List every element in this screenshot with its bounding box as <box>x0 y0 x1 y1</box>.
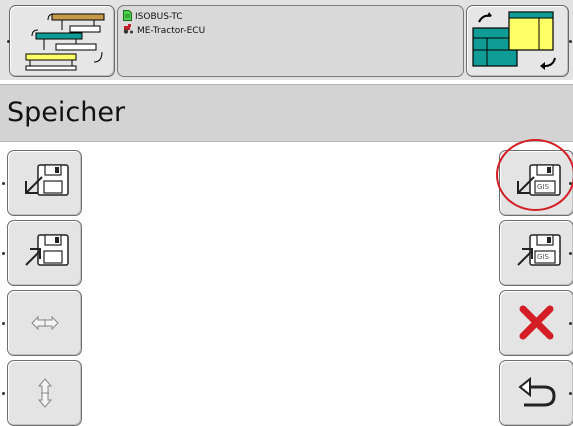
right-tile-indicator-dot <box>569 40 572 43</box>
right-indicator-dot-3 <box>569 322 572 325</box>
device-name: ISOBUS-TC <box>135 12 183 22</box>
ecu-row: ME-Tractor-ECU <box>123 24 205 37</box>
top-bar: ISOBUS-TC ME-Tractor-ECU <box>0 0 573 80</box>
export-gis-button[interactable]: GIS <box>499 220 573 286</box>
left-indicator-dot-4 <box>2 392 5 395</box>
left-indicator-dot-3 <box>2 322 5 325</box>
import-button[interactable] <box>7 150 82 216</box>
right-indicator-dot-1 <box>569 182 572 185</box>
right-indicator-dot-4 <box>569 392 572 395</box>
tractor-icon <box>123 24 134 37</box>
page-title: Speicher <box>7 97 126 128</box>
import-gis-button[interactable]: GIS <box>499 150 573 216</box>
gis-badge: GIS <box>537 253 549 261</box>
left-indicator-dot-1 <box>2 182 5 185</box>
export-button[interactable] <box>7 220 82 286</box>
workset-nav-icon <box>10 13 114 80</box>
change-view-icon <box>467 11 568 80</box>
workset-nav-button[interactable] <box>9 5 115 77</box>
gis-badge: GIS <box>537 183 549 191</box>
change-view-button[interactable] <box>466 5 569 77</box>
vertical-resize-button[interactable] <box>7 360 82 426</box>
document-icon <box>123 10 132 24</box>
back-button[interactable] <box>499 360 573 426</box>
device-info-panel: ISOBUS-TC ME-Tractor-ECU <box>117 5 464 77</box>
right-indicator-dot-2 <box>569 252 572 255</box>
device-row: ISOBUS-TC <box>123 10 183 24</box>
title-bar: Speicher <box>0 84 573 142</box>
left-tile-indicator-dot <box>7 40 10 43</box>
horizontal-resize-button[interactable] <box>7 290 82 356</box>
delete-button[interactable] <box>499 290 573 356</box>
content-area <box>84 144 496 421</box>
left-indicator-dot-2 <box>2 252 5 255</box>
ecu-name: ME-Tractor-ECU <box>137 25 206 36</box>
